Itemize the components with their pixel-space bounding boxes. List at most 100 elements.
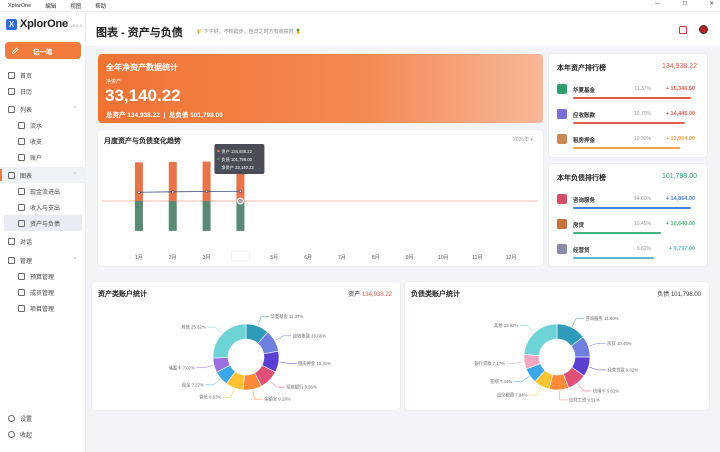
sidebar-item-label: 列表	[20, 107, 33, 114]
maximize-button[interactable]: ☐	[682, 1, 687, 7]
ranking-percent: 10.45%	[634, 221, 651, 227]
pie-leader-line	[513, 376, 530, 382]
menu-help[interactable]: 帮助	[95, 2, 106, 10]
liability-ranking-total: 101,798.00	[661, 173, 697, 180]
pie-leader-line	[577, 383, 592, 392]
sidebar-item-7[interactable]: 现金流进出	[0, 183, 86, 199]
chart-icon	[8, 171, 15, 179]
app-name: XplorOne	[20, 18, 68, 30]
account-icon	[557, 194, 567, 204]
sidebar-item-10[interactable]: 对话	[0, 233, 86, 249]
menu-view[interactable]: 视图	[70, 2, 81, 10]
sidebar-item-3[interactable]: 流水	[0, 117, 86, 133]
liability-ranking-title: 本年负债排行榜	[557, 175, 606, 182]
sidebar-item-2[interactable]: 列表 ^	[0, 101, 86, 117]
pie-leader-line	[589, 366, 607, 371]
ranking-percent: 10.70%	[634, 111, 651, 117]
menu-edit[interactable]: 编辑	[45, 2, 56, 10]
liability-bar	[236, 201, 245, 231]
ranking-progress-bar	[573, 147, 681, 149]
ranking-row[interactable]: 咨询服务 14.60% + 14,864.00	[557, 190, 695, 212]
ranking-row[interactable]: 应收账款 10.70% + 14,445.00	[557, 105, 695, 127]
x-tick-label: 5月	[270, 255, 278, 261]
pie-slice-label: 信用卡 9.62%	[593, 387, 619, 394]
chat-icon	[8, 237, 15, 245]
account-icon	[557, 219, 567, 229]
sidebar-bottom-label: 收起	[20, 432, 33, 439]
project-icon	[18, 304, 25, 312]
pie-leader-line	[589, 343, 606, 347]
pie-slice-label: 招商银行 9.56%	[286, 384, 317, 391]
pie-leader-line	[519, 325, 535, 333]
x-tick-label: 9月	[406, 255, 414, 261]
sidebar-item-1[interactable]: 日历	[0, 83, 86, 99]
menu-app[interactable]: XplorOne	[8, 3, 31, 9]
ranking-row[interactable]: 租房押金 10.30% + 13,904.00	[557, 130, 695, 152]
sidebar-item-12[interactable]: 预算管理	[0, 268, 86, 284]
account-icon	[18, 153, 25, 161]
ranking-amount: + 14,864.00	[665, 196, 695, 202]
close-button[interactable]: ✕	[709, 1, 714, 7]
sidebar-item-0[interactable]: 首页	[0, 67, 86, 83]
banner-label: 净资产	[106, 79, 122, 85]
pie-leader-line	[528, 386, 542, 396]
pie-slice-label: 经营贷款 9.62%	[608, 366, 639, 373]
net-asset-line	[138, 190, 241, 193]
trend-chart[interactable]: 1月2月3月4月5月6月7月8月9月10月11月12月资产 134,938.22…	[98, 130, 543, 266]
record-button-label: 记一笔	[33, 48, 53, 56]
sidebar-item-5[interactable]: 账户	[0, 149, 86, 165]
sidebar-item-8[interactable]: 收入与支出	[0, 199, 86, 215]
liability-pie-chart[interactable]: 咨询服务 14.60% 房贷 10.45% 经营贷款 9.62% 信用卡 9.62% 应…	[405, 282, 709, 410]
pie-leader-line	[270, 380, 285, 388]
sidebar-item-9[interactable]: 资产与负债	[4, 215, 82, 231]
tooltip-dot	[217, 157, 220, 161]
active-point	[236, 197, 244, 205]
notification-icon[interactable]	[679, 25, 687, 34]
net-asset-point	[137, 190, 141, 194]
home-icon	[8, 71, 15, 79]
member-icon	[18, 288, 25, 296]
list-icon	[8, 105, 15, 113]
ranking-row[interactable]: 华夏基金 11.37% + 15,346.50	[557, 80, 695, 102]
trend-chart-card: 月度资产与负债变化趋势 2026年 ▾ 1月2月3月4月5月6月7月8月9月10…	[98, 130, 543, 266]
ranking-amount: + 13,904.00	[665, 136, 695, 142]
pie-slice-label: 华夏基金 11.37%	[271, 313, 304, 320]
pie-slice-label: 应交税费 7.84%	[497, 392, 528, 399]
sidebar-item-label: 图表	[20, 173, 33, 180]
pie-slice[interactable]	[523, 323, 558, 356]
sidebar-bottom-item-0[interactable]: 设置	[0, 410, 86, 426]
sidebar-item-13[interactable]: 成员管理	[0, 284, 86, 300]
sidebar-item-4[interactable]: 收支	[0, 133, 86, 149]
ranking-percent: 10.30%	[634, 136, 651, 142]
sidebar-bottom-item-1[interactable]: 收起	[0, 426, 86, 442]
ranking-account-name: 经营贷	[573, 248, 590, 254]
sidebar-item-6[interactable]: 图表 ^	[0, 167, 86, 183]
tooltip-dot	[217, 149, 220, 153]
account-icon	[557, 84, 567, 94]
pie-leader-line	[205, 378, 221, 386]
minimize-button[interactable]: —	[655, 1, 661, 7]
pie-slice[interactable]	[212, 323, 247, 359]
asset-liability-icon	[18, 219, 25, 227]
sidebar-item-label: 对话	[20, 239, 33, 246]
sidebar-item-label: 管理	[20, 258, 33, 265]
avatar[interactable]	[699, 25, 708, 34]
sidebar: X XplorOne v0.6.0 记一笔 首页 日历 列表 ^ 流水 收支 账户 图表 ^ 现金…	[0, 12, 86, 452]
record-button[interactable]: 记一笔	[5, 42, 81, 59]
pie-slice-label: 应付工资 9.51%	[569, 396, 600, 403]
ranking-amount: + 15,346.50	[665, 86, 695, 92]
sidebar-item-11[interactable]: 管理 ^	[0, 252, 86, 268]
ranking-account-name: 华夏基金	[573, 88, 596, 94]
pie-leader-line	[571, 318, 585, 327]
sidebar-item-14[interactable]: 项目管理	[0, 300, 86, 316]
net-asset-point	[171, 190, 175, 194]
ranking-row[interactable]: 经营贷 9.62% + 9,797.00	[557, 240, 695, 262]
sidebar-bottom: 设置收起	[0, 410, 86, 442]
ranking-row[interactable]: 房贷 10.45% + 10,640.00	[557, 215, 695, 237]
x-tick-label: 7月	[338, 255, 346, 261]
pie-leader-line	[279, 361, 297, 364]
liability-ranking-card: 本年负债排行榜 101,798.00 咨询服务 14.60% + 14,864.00…	[549, 164, 707, 266]
pie-leader-line	[558, 390, 568, 401]
liability-pie-card: 负债类账户统计 负债 101,798.00 咨询服务 14.60% 房贷 10.4…	[405, 282, 709, 410]
asset-pie-chart[interactable]: 华夏基金 11.37% 应收账款 10.66% 租房押金 10.31% 招商银行 9.…	[92, 282, 400, 410]
